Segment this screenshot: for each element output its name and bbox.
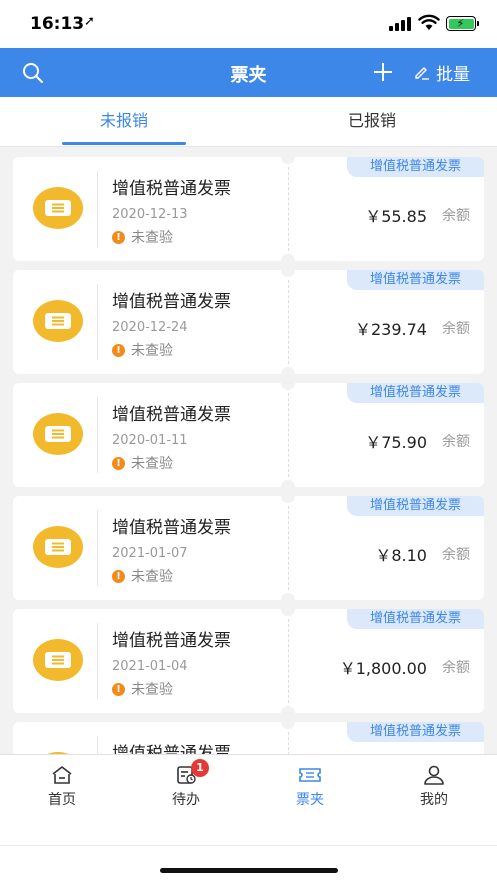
verification-status: ! 未查验 [112, 453, 173, 473]
invoice-date: 2021-01-07 [112, 546, 188, 561]
batch-label: 批量 [436, 64, 470, 85]
ticket-icon [33, 413, 83, 455]
battery-tip [477, 21, 479, 26]
invoice-title: 增值税普通发票 [112, 631, 231, 651]
invoice-title: 增值税普通发票 [112, 179, 231, 199]
verification-status: ! 未查验 [112, 227, 173, 247]
warning-icon: ! [112, 230, 125, 244]
home-indicator[interactable] [160, 868, 338, 873]
invoice-card[interactable]: 增值税普通发票 2020-12-13 ! 未查验 增值税普通发票 ￥55.85 余… [13, 150, 484, 268]
invoice-list: 增值税普通发票 2020-12-13 ! 未查验 增值税普通发票 ￥55.85 余… [0, 148, 497, 754]
battery-icon: ⚡ [446, 16, 476, 31]
invoice-title: 增值税普通发票 [112, 292, 231, 312]
balance-label: 余额 [442, 208, 470, 224]
invoice-card[interactable]: 增值税普通发票 2020-12-24 ! 未查验 增值税普通发票 ￥239.74 … [13, 263, 484, 381]
bottom-tab-bar: 首页 待办 1 票夹 我的 [0, 754, 497, 883]
warning-icon: ! [112, 456, 125, 470]
warning-icon: ! [112, 343, 125, 357]
balance-label: 余额 [442, 434, 470, 450]
add-icon[interactable] [372, 61, 394, 83]
tab-indicator [62, 142, 186, 145]
invoice-card[interactable]: 增值税普通发票 2021-01-07 ! 未查验 增值税普通发票 ￥8.10 余额 [13, 489, 484, 607]
invoice-amount: ￥75.90 [365, 433, 427, 452]
tab-bar-top: 未报销 已报销 [0, 97, 497, 147]
balance-label: 余额 [442, 321, 470, 337]
verification-status: ! 未查验 [112, 340, 173, 360]
tabbar-todo[interactable]: 待办 1 [124, 759, 248, 809]
invoice-amount: ￥1,800.00 [339, 659, 427, 678]
navigation-bar: 票夹 批量 [0, 48, 497, 97]
invoice-card[interactable]: 增值税普通发票 增值税普通发票 [13, 715, 484, 754]
invoice-type-tag: 增值税普通发票 [347, 496, 484, 516]
status-time: 16:13 [30, 14, 85, 34]
profile-icon [424, 765, 444, 785]
invoice-type-tag: 增值税普通发票 [347, 157, 484, 177]
tabbar-label: 票夹 [296, 792, 324, 808]
invoice-card[interactable]: 增值税普通发票 2020-01-11 ! 未查验 增值税普通发票 ￥75.90 余… [13, 376, 484, 494]
notification-badge: 1 [191, 759, 209, 777]
invoice-type-tag: 增值税普通发票 [347, 722, 484, 742]
tab-reimbursed[interactable]: 已报销 [248, 97, 496, 147]
tabbar-home[interactable]: 首页 [0, 765, 124, 809]
invoice-amount: ￥8.10 [375, 546, 427, 565]
location-arrow-icon: ➚ [84, 14, 95, 29]
invoice-date: 2021-01-04 [112, 659, 188, 674]
balance-label: 余额 [442, 547, 470, 563]
tabbar-label: 首页 [48, 792, 76, 808]
ticket-icon [33, 300, 83, 342]
invoice-amount: ￥55.85 [365, 207, 427, 226]
invoice-card[interactable]: 增值税普通发票 2021-01-04 ! 未查验 增值税普通发票 ￥1,800.0… [13, 602, 484, 720]
verification-status: ! 未查验 [112, 566, 173, 586]
invoice-title: 增值税普通发票 [112, 405, 231, 425]
invoice-title: 增值税普通发票 [112, 518, 231, 538]
batch-button[interactable]: 批量 [414, 61, 470, 85]
wifi-icon [418, 14, 440, 30]
invoice-type-tag: 增值税普通发票 [347, 270, 484, 290]
warning-icon: ! [112, 682, 125, 696]
tabbar-label: 待办 [172, 792, 200, 808]
invoice-type-tag: 增值税普通发票 [347, 383, 484, 403]
tabbar-profile[interactable]: 我的 [372, 765, 496, 809]
invoice-date: 2020-12-24 [112, 320, 188, 335]
warning-icon: ! [112, 569, 125, 583]
ticket-icon [33, 187, 83, 229]
invoice-type-tag: 增值税普通发票 [347, 609, 484, 629]
verification-status: ! 未查验 [112, 679, 173, 699]
cellular-signal-icon [389, 17, 411, 31]
invoice-date: 2020-12-13 [112, 207, 188, 222]
ticket-icon [33, 639, 83, 681]
status-bar: 16:13 ➚ ⚡ [0, 0, 497, 48]
invoice-title: 增值税普通发票 [112, 744, 231, 754]
edit-icon [415, 67, 429, 80]
ticket-folder-icon [299, 768, 321, 782]
balance-label: 余额 [442, 660, 470, 676]
tab-unreimbursed[interactable]: 未报销 [0, 97, 248, 147]
safe-area-divider [0, 845, 497, 846]
tabbar-label: 我的 [420, 792, 448, 808]
ticket-icon [33, 526, 83, 568]
invoice-date: 2020-01-11 [112, 433, 188, 448]
invoice-amount: ￥239.74 [355, 320, 427, 339]
tabbar-ticket-folder[interactable]: 票夹 [248, 765, 372, 809]
home-icon [52, 766, 72, 784]
